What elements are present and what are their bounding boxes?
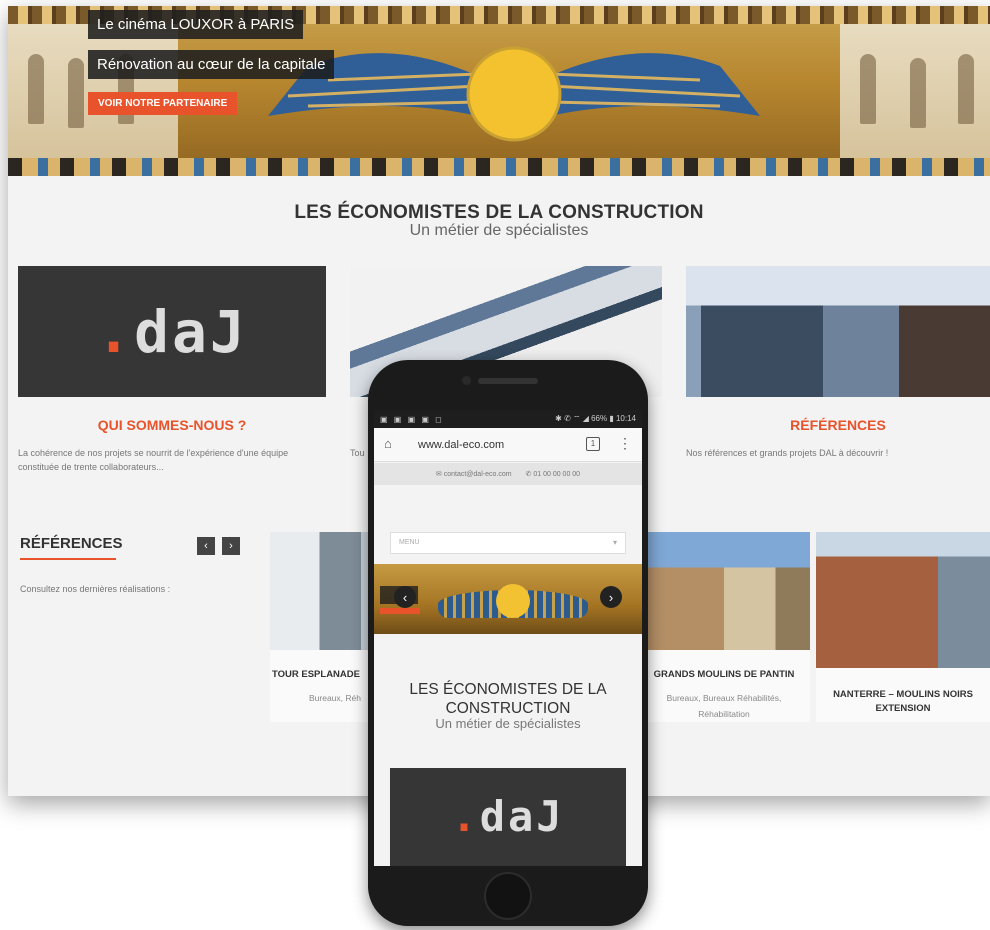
status-system-info: ✱ ✆ ⌔ ◢ 66% ▮ 10:14 xyxy=(555,414,636,423)
tabs-icon[interactable]: 1 xyxy=(586,437,600,451)
contact-phone[interactable]: ✆ 01 00 00 00 00 xyxy=(526,470,581,478)
url-field[interactable]: www.dal-eco.com xyxy=(418,439,504,451)
phone-screen: ▣ ▣ ▣ ▣ ◻ ✱ ✆ ⌔ ◢ 66% ▮ 10:14 ⌂ www.dal-… xyxy=(374,410,642,866)
reference-card-image xyxy=(638,532,810,650)
contact-phone-text: 01 00 00 00 00 xyxy=(533,471,581,478)
mobile-partner-button[interactable] xyxy=(380,608,420,614)
column-title-about[interactable]: QUI SOMMES-NOUS ? xyxy=(18,417,326,433)
dal-logo: .daJ xyxy=(96,303,248,361)
phone-home-button[interactable] xyxy=(484,872,532,920)
reference-card-title: GRANDS MOULINS DE PANTIN xyxy=(653,669,795,680)
carousel-next-button[interactable]: › xyxy=(600,586,622,608)
reference-card-title: NANTERRE – MOULINS NOIRS EXTENSION xyxy=(833,689,973,714)
mobile-section-subtitle: Un métier de spécialistes xyxy=(435,716,581,731)
dal-logo-text: daJ xyxy=(134,297,248,366)
mobile-section-title: LES ÉCONOMISTES DE LA CONSTRUCTION xyxy=(409,681,607,717)
reference-card-subtitle: Bureaux, Bureaux Réhabilités, Réhabilita… xyxy=(666,693,782,719)
contact-bar: ✉ contact@dal-eco.com ✆ 01 00 00 00 00 xyxy=(374,463,642,485)
mobile-dal-logo-dot: . xyxy=(451,792,480,841)
hero-caption-subtitle: Rénovation au cœur de la capitale xyxy=(88,50,335,79)
column-text-references: Nos références et grands projets DAL à d… xyxy=(686,448,889,458)
mobile-winged-sun xyxy=(496,584,530,618)
partner-button[interactable]: VOIR NOTRE PARTENAIRE xyxy=(88,92,238,115)
phone-speaker xyxy=(478,378,538,384)
mobile-dal-logo-panel[interactable]: .daJ xyxy=(390,768,626,866)
contact-email[interactable]: ✉ contact@dal-eco.com xyxy=(436,470,512,478)
section-title: LES ÉCONOMISTES DE LA CONSTRUCTION xyxy=(294,202,704,223)
column-text-about: La cohérence de nos projets se nourrit d… xyxy=(18,448,289,472)
front-camera xyxy=(462,376,471,385)
dal-logo-panel[interactable]: .daJ xyxy=(18,266,326,397)
chevron-down-icon: ▾ xyxy=(612,538,617,547)
references-heading: RÉFÉRENCES xyxy=(20,535,123,552)
column-title-references[interactable]: RÉFÉRENCES xyxy=(686,417,990,433)
dal-logo-dot: . xyxy=(96,297,135,366)
references-text: Consultez nos dernières réalisations : xyxy=(20,584,171,594)
mobile-dal-logo: .daJ xyxy=(451,796,564,838)
section-subtitle: Un métier de spécialistes xyxy=(409,222,589,239)
home-icon[interactable]: ⌂ xyxy=(384,437,398,451)
carousel-prev-button[interactable]: ‹ xyxy=(394,586,416,608)
mobile-menu-select[interactable]: MENU ▾ xyxy=(390,532,626,554)
mail-icon: ✉ xyxy=(435,471,444,478)
reference-card-image xyxy=(816,532,990,668)
references-prev-button[interactable]: ‹ xyxy=(197,537,215,555)
more-vert-icon[interactable]: ⋮ xyxy=(618,436,632,450)
references-underline xyxy=(20,558,116,560)
building-image[interactable] xyxy=(686,266,990,397)
mobile-dal-logo-text: daJ xyxy=(479,792,565,841)
browser-address-bar: ⌂ www.dal-eco.com 1 ⋮ xyxy=(374,428,642,462)
mobile-menu-label: MENU xyxy=(399,539,420,546)
status-notification-icons: ▣ ▣ ▣ ▣ ◻ xyxy=(380,414,444,424)
hero-banner: Le cinéma LOUXOR à PARIS Rénovation au c… xyxy=(8,6,990,176)
hero-caption-title: Le cinéma LOUXOR à PARIS xyxy=(88,10,304,39)
smartphone-mockup: ▣ ▣ ▣ ▣ ◻ ✱ ✆ ⌔ ◢ 66% ▮ 10:14 ⌂ www.dal-… xyxy=(368,360,648,926)
status-bar: ▣ ▣ ▣ ▣ ◻ ✱ ✆ ⌔ ◢ 66% ▮ 10:14 xyxy=(374,410,642,428)
contact-email-text: contact@dal-eco.com xyxy=(443,471,512,478)
references-next-button[interactable]: › xyxy=(222,537,240,555)
hero-border-bottom xyxy=(8,158,990,176)
reference-card[interactable]: NANTERRE – MOULINS NOIRS EXTENSION xyxy=(816,532,990,722)
reference-card[interactable]: GRANDS MOULINS DE PANTIN Bureaux, Bureau… xyxy=(638,532,810,722)
